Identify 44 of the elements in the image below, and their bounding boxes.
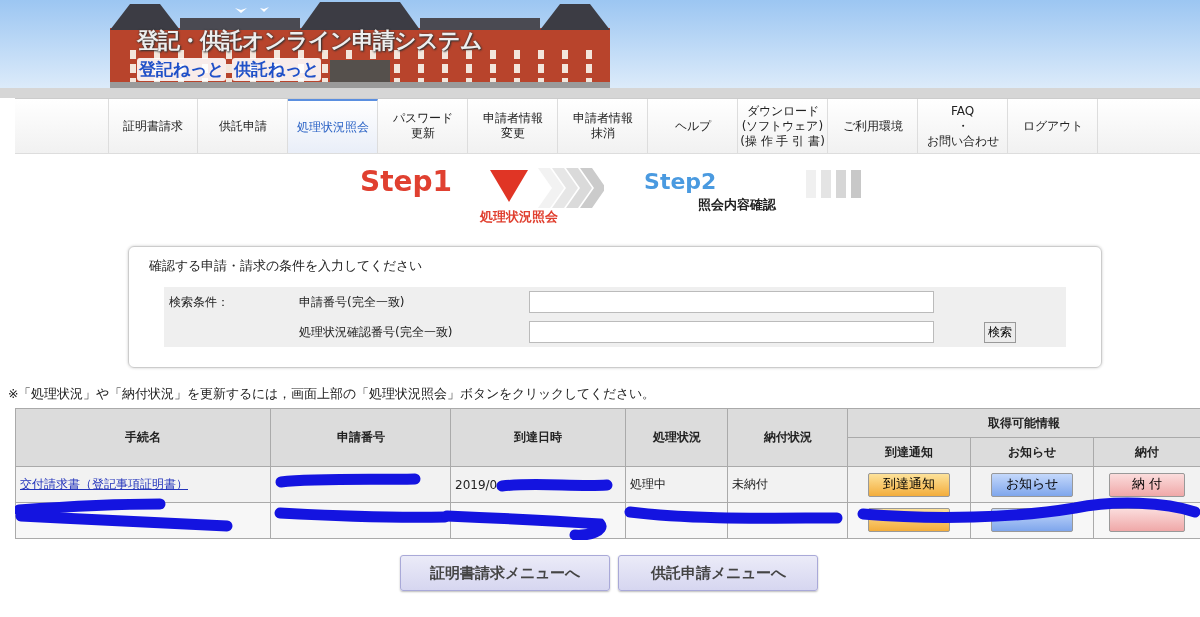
search-button[interactable]: 検索: [984, 321, 1016, 343]
nav-tab[interactable]: ヘルプ: [648, 99, 738, 153]
down-triangle-icon: [490, 170, 529, 202]
search-heading: 確認する申請・請求の条件を入力してください: [149, 258, 422, 273]
column-header: 手続名: [15, 408, 271, 467]
column-group-header: 取得可能情報: [847, 408, 1200, 438]
menu-button[interactable]: 証明書請求メニューへ: [400, 555, 610, 591]
chevron-arrows-icon: [538, 168, 605, 208]
table-cell: 処理中: [625, 466, 728, 503]
condition-label: 検索条件：: [168, 293, 230, 311]
column-header: 処理状況: [625, 408, 728, 467]
field-label: 申請番号(完全一致): [299, 293, 406, 311]
input-field[interactable]: [529, 321, 934, 343]
notice-button[interactable]: お知らせ: [991, 472, 1073, 497]
column-header: 申請番号: [270, 408, 451, 467]
nav-tab[interactable]: 処理状況照会: [288, 99, 378, 153]
system-title: 登記・供託オンライン申請システム: [137, 27, 482, 55]
nav-tab[interactable]: パスワード 更新: [378, 99, 468, 153]
procedure-link[interactable]: 交付請求書（登記事項証明書）: [20, 477, 188, 491]
column-header: お知らせ: [970, 437, 1094, 467]
nav-tab[interactable]: 申請者情報 抹消: [558, 99, 648, 153]
column-header: 納付状況: [727, 408, 848, 467]
payment-button[interactable]: 納 付: [1109, 472, 1185, 497]
nav-tab[interactable]: 申請者情報 変更: [468, 99, 558, 153]
field-label: 処理状況確認番号(完全一致): [299, 323, 454, 341]
column-header: 到達日時: [450, 408, 626, 467]
nav-tab[interactable]: ログアウト: [1008, 99, 1098, 153]
step-label: 照会内容確認: [698, 196, 777, 214]
service-name: 登記ねっと: [137, 58, 226, 81]
notice-text: ※「処理状況」や「納付状況」を更新するには，画面上部の「処理状況照会」ボタンをクリックしてください。: [8, 386, 656, 401]
table-cell: 未納付: [727, 466, 848, 503]
column-header: 到達通知: [847, 437, 971, 467]
step-title: Step2: [644, 168, 717, 196]
nav-tab[interactable]: ダウンロード (ソフトウェア) (操 作 手 引 書): [738, 99, 828, 153]
step-title: Step1: [360, 164, 453, 200]
nav-tab[interactable]: 証明書請求: [108, 99, 198, 153]
nav-tab[interactable]: ご利用環境: [828, 99, 918, 153]
service-name: 供託ねっと: [232, 58, 321, 81]
step-label: 処理状況照会: [480, 208, 559, 226]
arrival-button[interactable]: 到達通知: [868, 472, 950, 497]
column-header: 納付: [1093, 437, 1200, 467]
nav-tab[interactable]: FAQ ・ お問い合わせ: [918, 99, 1008, 153]
menu-button[interactable]: 供託申請メニューへ: [618, 555, 818, 591]
input-field[interactable]: [529, 291, 934, 313]
